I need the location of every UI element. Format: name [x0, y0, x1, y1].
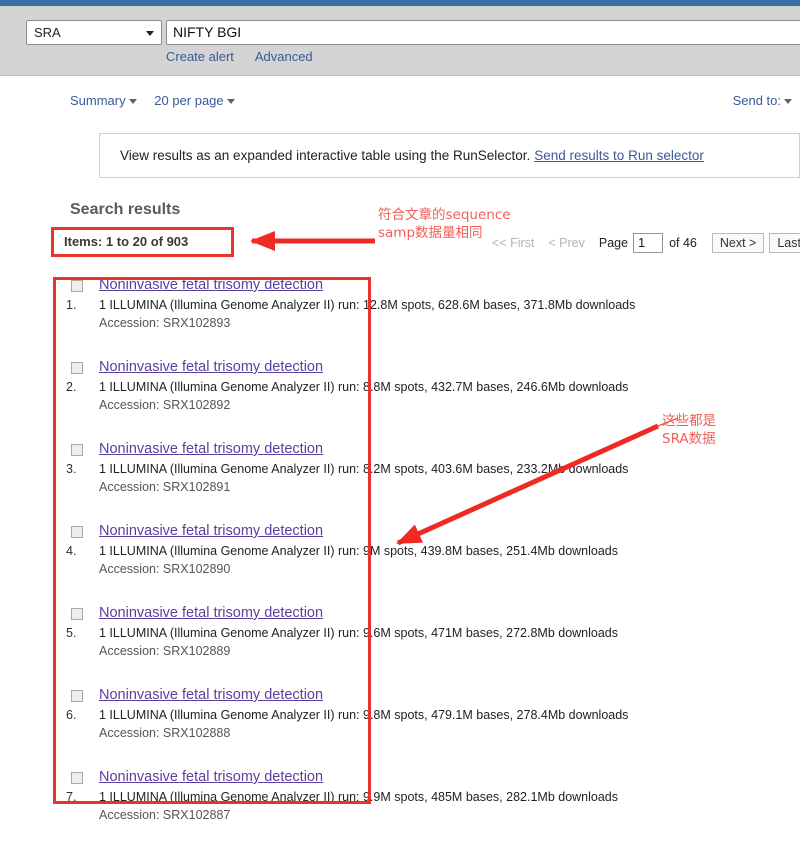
result-checkbox[interactable]: [71, 444, 83, 456]
result-number: 1.: [66, 298, 77, 312]
total-pages-label: of 46: [669, 236, 697, 250]
result-item: 6. Noninvasive fetal trisomy detection 1…: [0, 687, 800, 769]
toolbar-left: Summary 20 per page: [70, 93, 249, 108]
result-accession: Accession: SRX102893: [99, 316, 231, 330]
chevron-down-icon: [146, 31, 154, 36]
result-number: 6.: [66, 708, 77, 722]
display-mode-label: Summary: [70, 93, 126, 108]
results-toolbar: Summary 20 per page Send to:: [0, 93, 800, 115]
result-item: 7. Noninvasive fetal trisomy detection 1…: [0, 769, 800, 844]
prev-page-button: < Prev: [548, 236, 585, 250]
chevron-down-icon: [226, 99, 235, 105]
result-meta: 1 ILLUMINA (Illumina Genome Analyzer II)…: [99, 462, 629, 476]
result-checkbox[interactable]: [71, 526, 83, 538]
result-checkbox[interactable]: [71, 362, 83, 374]
first-page-button: << First: [492, 236, 535, 250]
items-count: Items: 1 to 20 of 903: [64, 234, 189, 249]
per-page-dropdown[interactable]: 20 per page: [154, 93, 235, 108]
database-select-value: SRA: [34, 25, 61, 40]
result-checkbox[interactable]: [71, 608, 83, 620]
result-title-link[interactable]: Noninvasive fetal trisomy detection: [99, 769, 323, 785]
create-alert-link[interactable]: Create alert: [166, 49, 234, 64]
send-results-to-run-selector-link[interactable]: Send results to Run selector: [534, 148, 704, 163]
search-input-value: NIFTY BGI: [173, 24, 242, 40]
result-checkbox[interactable]: [71, 690, 83, 702]
chevron-down-icon: [128, 99, 137, 105]
result-meta: 1 ILLUMINA (Illumina Genome Analyzer II)…: [99, 380, 629, 394]
page-title: Search results: [70, 201, 181, 218]
ncbi-sra-search-page: SRA NIFTY BGI Create alert Advanced Summ…: [0, 0, 800, 844]
result-checkbox[interactable]: [71, 280, 83, 292]
result-meta: 1 ILLUMINA (Illumina Genome Analyzer II)…: [99, 544, 619, 558]
result-accession: Accession: SRX102890: [99, 562, 231, 576]
result-title-link[interactable]: Noninvasive fetal trisomy detection: [99, 605, 323, 621]
result-meta: 1 ILLUMINA (Illumina Genome Analyzer II)…: [99, 626, 619, 640]
search-input[interactable]: NIFTY BGI: [166, 20, 800, 45]
send-to-dropdown[interactable]: Send to:: [733, 93, 792, 108]
result-accession: Accession: SRX102891: [99, 480, 231, 494]
result-number: 4.: [66, 544, 77, 558]
result-title-link[interactable]: Noninvasive fetal trisomy detection: [99, 687, 323, 703]
result-title-link[interactable]: Noninvasive fetal trisomy detection: [99, 277, 323, 293]
result-item: 3. Noninvasive fetal trisomy detection 1…: [0, 441, 800, 523]
advanced-link[interactable]: Advanced: [255, 49, 313, 64]
run-selector-banner-text: View results as an expanded interactive …: [120, 148, 531, 163]
result-title-link[interactable]: Noninvasive fetal trisomy detection: [99, 359, 323, 375]
page-label: Page: [598, 236, 629, 250]
result-title-link[interactable]: Noninvasive fetal trisomy detection: [99, 523, 323, 539]
send-to-label: Send to:: [732, 93, 781, 108]
result-meta: 1 ILLUMINA (Illumina Genome Analyzer II)…: [99, 790, 619, 804]
result-accession: Accession: SRX102889: [99, 644, 231, 658]
pagination: << First < Prev Page 1 of 46 Next > Last…: [492, 233, 800, 253]
result-item: 2. Noninvasive fetal trisomy detection 1…: [0, 359, 800, 441]
display-mode-dropdown[interactable]: Summary: [70, 93, 137, 108]
result-meta: 1 ILLUMINA (Illumina Genome Analyzer II)…: [99, 708, 629, 722]
result-item: 4. Noninvasive fetal trisomy detection 1…: [0, 523, 800, 605]
result-title-link[interactable]: Noninvasive fetal trisomy detection: [99, 441, 323, 457]
annotation-note-1: 符合文章的sequence samp数据量相同: [378, 207, 511, 241]
chevron-down-icon: [784, 99, 792, 105]
run-selector-banner: View results as an expanded interactive …: [99, 133, 800, 178]
page-number-input[interactable]: 1: [633, 233, 664, 253]
header-links: Create alert Advanced: [166, 49, 331, 64]
per-page-label: 20 per page: [154, 93, 224, 108]
result-checkbox[interactable]: [71, 772, 83, 784]
last-page-button[interactable]: Last >>: [769, 233, 800, 253]
result-number: 3.: [66, 462, 77, 476]
result-accession: Accession: SRX102887: [99, 808, 231, 822]
result-number: 7.: [66, 790, 77, 804]
result-accession: Accession: SRX102892: [99, 398, 231, 412]
next-page-button[interactable]: Next >: [711, 233, 765, 253]
result-meta: 1 ILLUMINA (Illumina Genome Analyzer II)…: [99, 298, 636, 312]
database-select[interactable]: SRA: [26, 20, 162, 45]
result-item: 5. Noninvasive fetal trisomy detection 1…: [0, 605, 800, 687]
search-results-list: 1. Noninvasive fetal trisomy detection 1…: [0, 277, 800, 844]
result-number: 5.: [66, 626, 77, 640]
result-number: 2.: [66, 380, 77, 394]
result-item: 1. Noninvasive fetal trisomy detection 1…: [0, 277, 800, 359]
result-accession: Accession: SRX102888: [99, 726, 231, 740]
